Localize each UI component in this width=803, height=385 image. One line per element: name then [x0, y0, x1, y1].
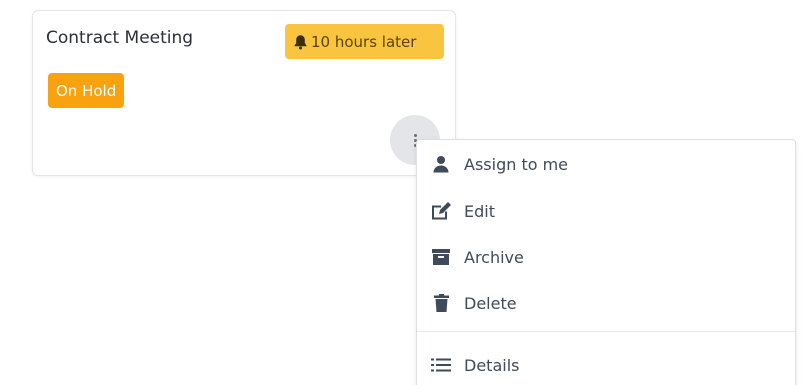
context-menu: Assign to me Edit Archive Delete Details: [416, 139, 796, 385]
menu-item-label: Details: [464, 355, 520, 375]
card-title: Contract Meeting: [46, 28, 194, 48]
menu-item-label: Delete: [464, 293, 517, 313]
menu-item-edit[interactable]: Edit: [417, 193, 795, 229]
menu-item-label: Archive: [464, 247, 524, 267]
trash-icon: [431, 293, 451, 313]
reminder-badge: 10 hours later: [285, 24, 444, 59]
menu-item-delete[interactable]: Delete: [417, 285, 795, 321]
stage: Contract Meeting 10 hours later On Hold: [0, 0, 803, 385]
status-badge: On Hold: [48, 73, 125, 108]
menu-item-archive[interactable]: Archive: [417, 239, 795, 275]
reminder-text: 10 hours later: [311, 32, 417, 51]
task-card[interactable]: Contract Meeting 10 hours later On Hold: [32, 10, 456, 176]
list-icon: [431, 355, 451, 375]
menu-divider: [417, 331, 795, 332]
edit-icon: [431, 201, 451, 221]
bell-icon: [293, 34, 308, 50]
menu-item-label: Edit: [464, 201, 495, 221]
menu-item-details[interactable]: Details: [417, 347, 795, 383]
menu-item-label: Assign to me: [464, 154, 569, 174]
user-icon: [431, 154, 451, 174]
menu-item-assign-to-me[interactable]: Assign to me: [417, 146, 795, 182]
archive-icon: [431, 247, 451, 267]
